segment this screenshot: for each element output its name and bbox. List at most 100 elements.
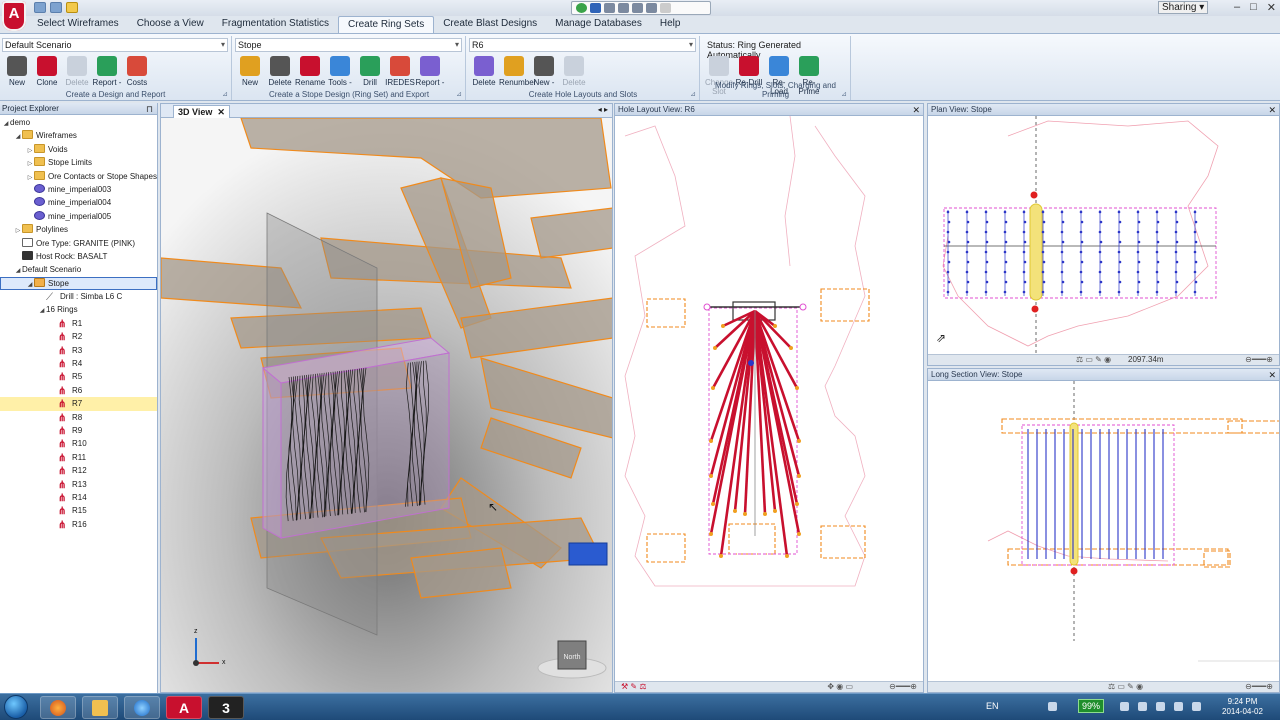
tab-help[interactable]: Help <box>651 16 690 33</box>
tree-item-r13[interactable]: R13 <box>0 478 157 491</box>
tab-choose-a-view[interactable]: Choose a View <box>128 16 213 33</box>
tree-item-mine-imperial005[interactable]: mine_imperial005 <box>0 210 157 223</box>
tree-item-r8[interactable]: R8 <box>0 411 157 424</box>
section-zoom-slider[interactable]: ⊖━━━⊕ <box>1245 682 1273 692</box>
taskbar-app3[interactable]: 3 <box>208 696 244 719</box>
battery-indicator[interactable]: 99% <box>1078 699 1105 713</box>
tree-item-ore-type-granite-pink[interactable]: Ore Type: GRANITE (PINK) <box>0 237 157 250</box>
ring-select[interactable]: R6 <box>469 38 696 52</box>
tree-item-r9[interactable]: R9 <box>0 424 157 437</box>
tab-manage-databases[interactable]: Manage Databases <box>546 16 651 33</box>
tab-select-wireframes[interactable]: Select Wireframes <box>28 16 128 33</box>
save-icon[interactable] <box>50 2 62 13</box>
plan-view-canvas[interactable]: ⇗ <box>928 116 1279 355</box>
minimize-toolbar-icon[interactable] <box>660 3 671 13</box>
minimize-icon[interactable]: – <box>1234 1 1240 14</box>
sharing-dropdown[interactable]: Sharing ▾ <box>1158 1 1208 14</box>
scenario-select[interactable]: Default Scenario <box>2 38 228 52</box>
clock[interactable]: 9:24 PM 2014-04-02 <box>1222 697 1263 717</box>
star-icon[interactable] <box>66 2 78 13</box>
pen-icon[interactable] <box>646 3 657 13</box>
open-icon[interactable] <box>34 2 46 13</box>
stope-delete-button[interactable]: Delete <box>265 54 295 87</box>
taskbar-firefox[interactable] <box>40 696 76 719</box>
tree-item-stope[interactable]: ◢ Stope <box>0 276 157 291</box>
view-3d-tab[interactable]: 3D View ✕ <box>173 105 230 118</box>
stope-tools-button[interactable]: Tools - <box>325 54 355 87</box>
window-icon[interactable] <box>632 3 643 13</box>
stope-new-button[interactable]: New <box>235 54 265 87</box>
close-icon[interactable]: ✕ <box>1267 1 1276 14</box>
taskbar-app[interactable]: A <box>166 696 202 719</box>
tree-item-r1[interactable]: R1 <box>0 317 157 330</box>
tray-icon-2[interactable] <box>1138 702 1147 711</box>
tree-item-r11[interactable]: R11 <box>0 451 157 464</box>
refresh-icon[interactable] <box>576 3 587 13</box>
tab-fragmentation-statistics[interactable]: Fragmentation Statistics <box>213 16 338 33</box>
design-costs-button[interactable]: Costs <box>122 54 152 87</box>
tree-item-r4[interactable]: R4 <box>0 357 157 370</box>
tree-item-r3[interactable]: R3 <box>0 344 157 357</box>
taskbar-ie[interactable] <box>124 696 160 719</box>
tree-item-r6[interactable]: R6 <box>0 384 157 397</box>
tab-scroll-arrows[interactable]: ◂ ▸ <box>598 105 608 114</box>
layout-tools-icon[interactable]: ⚒ ✎ ⚖ <box>621 682 647 692</box>
stope-drill-button[interactable]: Drill <box>355 54 385 87</box>
tray-icon-3[interactable] <box>1156 702 1165 711</box>
tab-create-blast-designs[interactable]: Create Blast Designs <box>434 16 546 33</box>
app-logo-button[interactable]: A <box>2 1 26 31</box>
long-section-canvas[interactable] <box>928 381 1279 682</box>
tree-item-r10[interactable]: R10 <box>0 437 157 450</box>
close-long-section-icon[interactable]: ✕ <box>1268 369 1276 381</box>
tree-item-mine-imperial004[interactable]: mine_imperial004 <box>0 196 157 209</box>
tree-item-r14[interactable]: R14 <box>0 491 157 504</box>
tray-icon-1[interactable] <box>1120 702 1129 711</box>
design-clone-button[interactable]: Clone <box>32 54 62 87</box>
tree-item-r2[interactable]: R2 <box>0 330 157 343</box>
plan-zoom-slider[interactable]: ⊖━━━⊕ <box>1245 355 1273 365</box>
volume-icon[interactable] <box>1192 702 1201 711</box>
tree-item-wireframes[interactable]: ◢ Wireframes <box>0 129 157 142</box>
tree-item-ore-contacts-or-stope-shapes[interactable]: ▷ Ore Contacts or Stope Shapes <box>0 170 157 183</box>
close-3d-view-icon[interactable]: ✕ <box>217 107 225 117</box>
section-tools-icon[interactable]: ⚖ ▭ ✎ ◉ <box>1108 682 1143 692</box>
layout-nav-icon[interactable]: ✥ ◉ ▭ <box>827 682 853 692</box>
tree-item-r15[interactable]: R15 <box>0 504 157 517</box>
monitor-icon[interactable] <box>590 3 601 13</box>
hole-layout-canvas[interactable] <box>615 116 923 682</box>
close-plan-view-icon[interactable]: ✕ <box>1268 104 1276 116</box>
tree-item-r5[interactable]: R5 <box>0 370 157 383</box>
tree-item-mine-imperial003[interactable]: mine_imperial003 <box>0 183 157 196</box>
ring-delete-button[interactable]: Delete <box>469 54 499 87</box>
tree-item-r12[interactable]: R12 <box>0 464 157 477</box>
cursor-icon[interactable] <box>604 3 615 13</box>
tree-item-r16[interactable]: R16 <box>0 518 157 531</box>
start-button[interactable] <box>4 695 28 719</box>
tree-item-drill-simba-l6-c[interactable]: Drill : Simba L6 C <box>0 290 157 303</box>
blast-hole[interactable] <box>711 310 757 505</box>
close-hole-layout-icon[interactable]: ✕ <box>912 104 920 116</box>
tree-item-16-rings[interactable]: ◢ 16 Rings <box>0 303 157 316</box>
ring-delete-button[interactable]: Delete <box>559 54 589 87</box>
tree-item-stope-limits[interactable]: ▷ Stope Limits <box>0 156 157 169</box>
scene-3d[interactable]: ↖ z x North <box>161 118 613 693</box>
zoom-slider[interactable]: ⊖━━━⊕ <box>889 682 917 692</box>
tree-item-voids[interactable]: ▷ Voids <box>0 143 157 156</box>
tree-item-demo[interactable]: ◢ demo <box>0 116 157 129</box>
tree-item-r7[interactable]: R7 <box>0 397 157 411</box>
plan-tools-icon[interactable]: ⚖ ▭ ✎ ◉ <box>1076 355 1111 365</box>
stope-select[interactable]: Stope <box>235 38 462 52</box>
ring-new-button[interactable]: New - <box>529 54 559 87</box>
pin-icon[interactable]: ⊓ <box>146 103 153 115</box>
stope-report-button[interactable]: Report - <box>415 54 445 87</box>
design-report-button[interactable]: Report - <box>92 54 122 87</box>
design-delete-button[interactable]: Delete <box>62 54 92 87</box>
maximize-icon[interactable]: □ <box>1250 1 1257 14</box>
design-new-button[interactable]: New <box>2 54 32 87</box>
tab-create-ring-sets[interactable]: Create Ring Sets <box>338 16 435 33</box>
stope-iredes-button[interactable]: IREDES <box>385 54 415 87</box>
network-icon[interactable] <box>1174 702 1183 711</box>
tree-item-host-rock-basalt[interactable]: Host Rock: BASALT <box>0 250 157 263</box>
stope-rename-button[interactable]: Rename <box>295 54 325 87</box>
tray-help-icon[interactable] <box>1048 702 1057 711</box>
